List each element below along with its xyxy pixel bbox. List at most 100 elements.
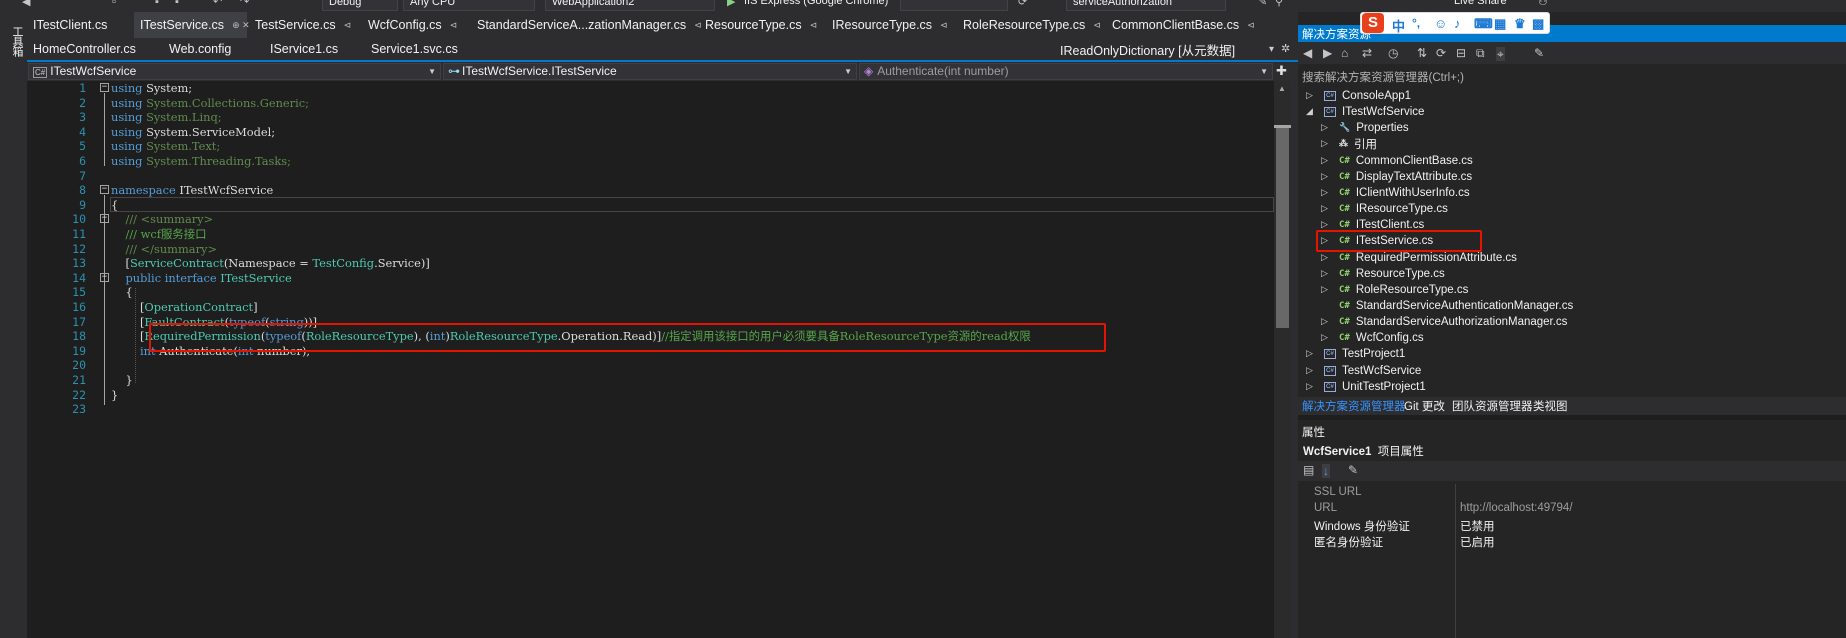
code-line[interactable]: using System;: [111, 81, 192, 96]
history-icon[interactable]: ◷: [1388, 47, 1398, 59]
save-icon[interactable]: ▪: [155, 0, 165, 8]
tree-item[interactable]: 🔧 Properties: [1339, 120, 1409, 136]
voice-icon[interactable]: ♪: [1454, 16, 1461, 31]
tool-icon[interactable]: ✎: [1258, 0, 1268, 8]
expand-arrow-icon[interactable]: ▷: [1321, 219, 1328, 230]
collapse-all-icon[interactable]: ⊟: [1456, 47, 1466, 59]
home-icon[interactable]: ⌂: [1341, 47, 1348, 59]
split-editor-icon[interactable]: ✚: [1276, 63, 1287, 79]
expand-arrow-icon[interactable]: ▷: [1306, 365, 1313, 376]
ime-chinese-mode[interactable]: 中: [1392, 16, 1405, 35]
code-line[interactable]: /// </summary>: [111, 242, 217, 257]
refresh-icon[interactable]: ⟳: [1018, 0, 1028, 8]
tab-iservice1[interactable]: IService1.cs: [264, 38, 364, 60]
expand-arrow-icon[interactable]: ▷: [1321, 252, 1328, 263]
code-line[interactable]: using System.Collections.Generic;: [111, 96, 309, 111]
empty-combo[interactable]: [900, 0, 1008, 11]
live-share-button[interactable]: Live Share: [1448, 0, 1528, 11]
code-line[interactable]: {: [111, 285, 132, 300]
tree-item[interactable]: C# IClientWithUserInfo.cs: [1339, 185, 1470, 201]
property-row[interactable]: 匿名身份验证 已启用: [1298, 534, 1846, 550]
scroll-up-icon[interactable]: ▲: [1278, 84, 1286, 93]
attach-icon[interactable]: ⚲: [1275, 0, 1285, 8]
code-line[interactable]: /// <summary>: [111, 212, 213, 227]
tab-roleresourcetype[interactable]: RoleResourceType.cs ⊲: [957, 12, 1107, 38]
expanded-arrow-icon[interactable]: ◢: [1306, 106, 1313, 117]
pin-icon[interactable]: ⊲: [1247, 20, 1255, 31]
pin-icon[interactable]: ⊕ ✕: [232, 20, 250, 31]
tab-wcfconfig[interactable]: WcfConfig.cs ⊲: [362, 12, 474, 38]
property-row[interactable]: Windows 身份验证 已禁用: [1298, 518, 1846, 534]
account-icon[interactable]: ⚇: [1538, 0, 1548, 8]
toolbox-icon[interactable]: ▦: [1494, 16, 1506, 32]
code-line[interactable]: using System.ServiceModel;: [111, 125, 275, 140]
type-combo[interactable]: ⊶ ITestWcfService.ITestService ▼: [443, 63, 857, 80]
expand-arrow-icon[interactable]: ▷: [1321, 316, 1328, 327]
code-line[interactable]: using System.Threading.Tasks;: [111, 154, 291, 169]
tab-iresourcetype[interactable]: IResourceType.cs ⊲: [826, 12, 956, 38]
code-line[interactable]: {: [111, 198, 118, 213]
expand-arrow-icon[interactable]: ▷: [1321, 284, 1328, 295]
tab-itestclient[interactable]: ITestClient.cs: [27, 12, 133, 38]
tab-itestservice[interactable]: ITestService.cs ⊕ ✕: [134, 12, 250, 38]
tab-service1svc[interactable]: Service1.svc.cs: [365, 38, 485, 60]
code-line[interactable]: }: [111, 388, 118, 403]
tree-item[interactable]: C# ResourceType.cs: [1339, 266, 1445, 282]
run-icon[interactable]: ▶: [727, 0, 737, 8]
tree-item[interactable]: C# DisplayTextAttribute.cs: [1339, 169, 1472, 185]
collapse-icon[interactable]: −: [100, 214, 109, 223]
tab-standardservice[interactable]: StandardServiceA...zationManager.cs ⊲: [471, 12, 713, 38]
member-combo[interactable]: ◈ Authenticate(int number) ▼: [859, 63, 1273, 80]
tab-webconfig[interactable]: Web.config: [163, 38, 263, 60]
undo-icon[interactable]: ↶: [213, 0, 223, 8]
property-value[interactable]: 已禁用: [1460, 518, 1495, 534]
pin-icon[interactable]: ⊲: [1093, 20, 1101, 31]
tab-solution-explorer[interactable]: 解决方案资源管理器: [1302, 398, 1406, 414]
tab-git-changes[interactable]: Git 更改: [1404, 398, 1445, 414]
tab-commonclientbase[interactable]: CommonClientBase.cs ⊲: [1106, 12, 1266, 38]
property-row[interactable]: SSL URL: [1298, 486, 1846, 502]
keyboard-icon[interactable]: ⌨: [1474, 16, 1493, 32]
switch-views-icon[interactable]: ⇄: [1362, 47, 1372, 59]
expand-arrow-icon[interactable]: ▷: [1321, 203, 1328, 214]
collapse-icon[interactable]: −: [100, 83, 109, 92]
toolbox-tab[interactable]: 工具箱: [9, 26, 25, 56]
code-line[interactable]: [ServiceContract(Namespace = TestConfig.…: [111, 256, 429, 271]
tree-item[interactable]: C# ConsoleApp1: [1324, 88, 1411, 104]
grid-menu-icon[interactable]: ▩: [1532, 16, 1544, 32]
back-icon[interactable]: ◀: [22, 0, 32, 8]
panel-splitter[interactable]: [1291, 81, 1298, 638]
new-file-icon[interactable]: ▫: [112, 0, 122, 8]
active-filter-icon[interactable]: ⌖: [1496, 47, 1505, 61]
expand-arrow-icon[interactable]: ▷: [1321, 122, 1328, 133]
collapse-icon[interactable]: −: [100, 185, 109, 194]
property-row[interactable]: URL http://localhost:49794/: [1298, 502, 1846, 518]
show-all-files-icon[interactable]: ⧉: [1476, 47, 1485, 59]
tree-item[interactable]: C# StandardServiceAuthenticationManager.c…: [1339, 298, 1573, 314]
properties-wrench-icon[interactable]: ✎: [1534, 47, 1544, 59]
pin-icon[interactable]: ⊲: [940, 20, 948, 31]
config-combo[interactable]: Debug: [322, 0, 398, 11]
expand-arrow-icon[interactable]: ▷: [1321, 155, 1328, 166]
pin-icon[interactable]: ⊲: [450, 20, 458, 31]
expand-arrow-icon[interactable]: ▷: [1321, 268, 1328, 279]
tree-item[interactable]: C# UnitTestProject1: [1324, 379, 1426, 395]
tree-item[interactable]: C# ITestWcfService: [1324, 104, 1424, 120]
tree-item[interactable]: C# TestWcfService: [1324, 363, 1421, 379]
code-line[interactable]: public interface ITestService: [111, 271, 291, 286]
property-value[interactable]: 已启用: [1460, 534, 1495, 550]
save-all-icon[interactable]: ▪: [175, 0, 185, 8]
expand-arrow-icon[interactable]: ▷: [1306, 381, 1313, 392]
tree-item[interactable]: ⁂ 引用: [1339, 136, 1377, 152]
code-line[interactable]: }: [111, 373, 132, 388]
code-line[interactable]: namespace ITestWcfService: [111, 183, 273, 198]
back-icon[interactable]: ◀: [1303, 47, 1312, 59]
code-line[interactable]: using System.Text;: [111, 139, 220, 154]
punctuation-icon[interactable]: °,: [1412, 16, 1420, 30]
editor-scroll-thumb[interactable]: [1276, 125, 1289, 328]
redo-icon[interactable]: ↷: [240, 0, 250, 8]
property-value[interactable]: http://localhost:49794/: [1460, 502, 1573, 514]
expand-arrow-icon[interactable]: ▷: [1321, 138, 1328, 149]
platform-combo[interactable]: Any CPU: [403, 0, 535, 11]
refresh-icon[interactable]: ⟳: [1436, 47, 1446, 59]
